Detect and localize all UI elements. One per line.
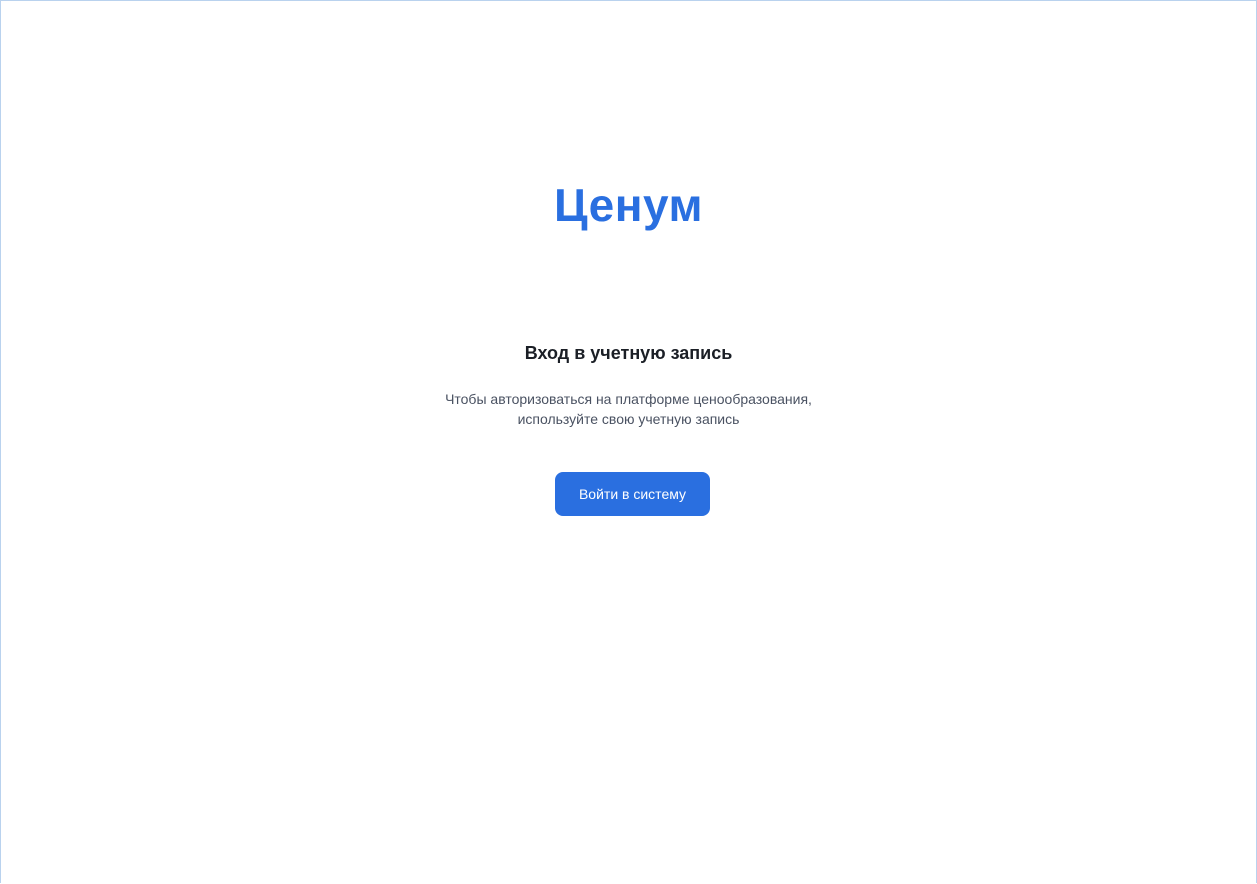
page-title: Вход в учетную запись [524, 343, 733, 363]
page-subtitle: Чтобы авторизоваться на платформе ценооб… [1, 389, 1256, 429]
app-logo: Ценум [553, 179, 704, 231]
subtitle-line-1: Чтобы авторизоваться на платформе ценооб… [445, 391, 812, 407]
login-button[interactable]: Войти в систему [555, 472, 710, 516]
login-page: Ценум Вход в учетную запись Чтобы автори… [0, 0, 1257, 883]
subtitle-line-2: используйте свою учетную запись [517, 411, 740, 427]
